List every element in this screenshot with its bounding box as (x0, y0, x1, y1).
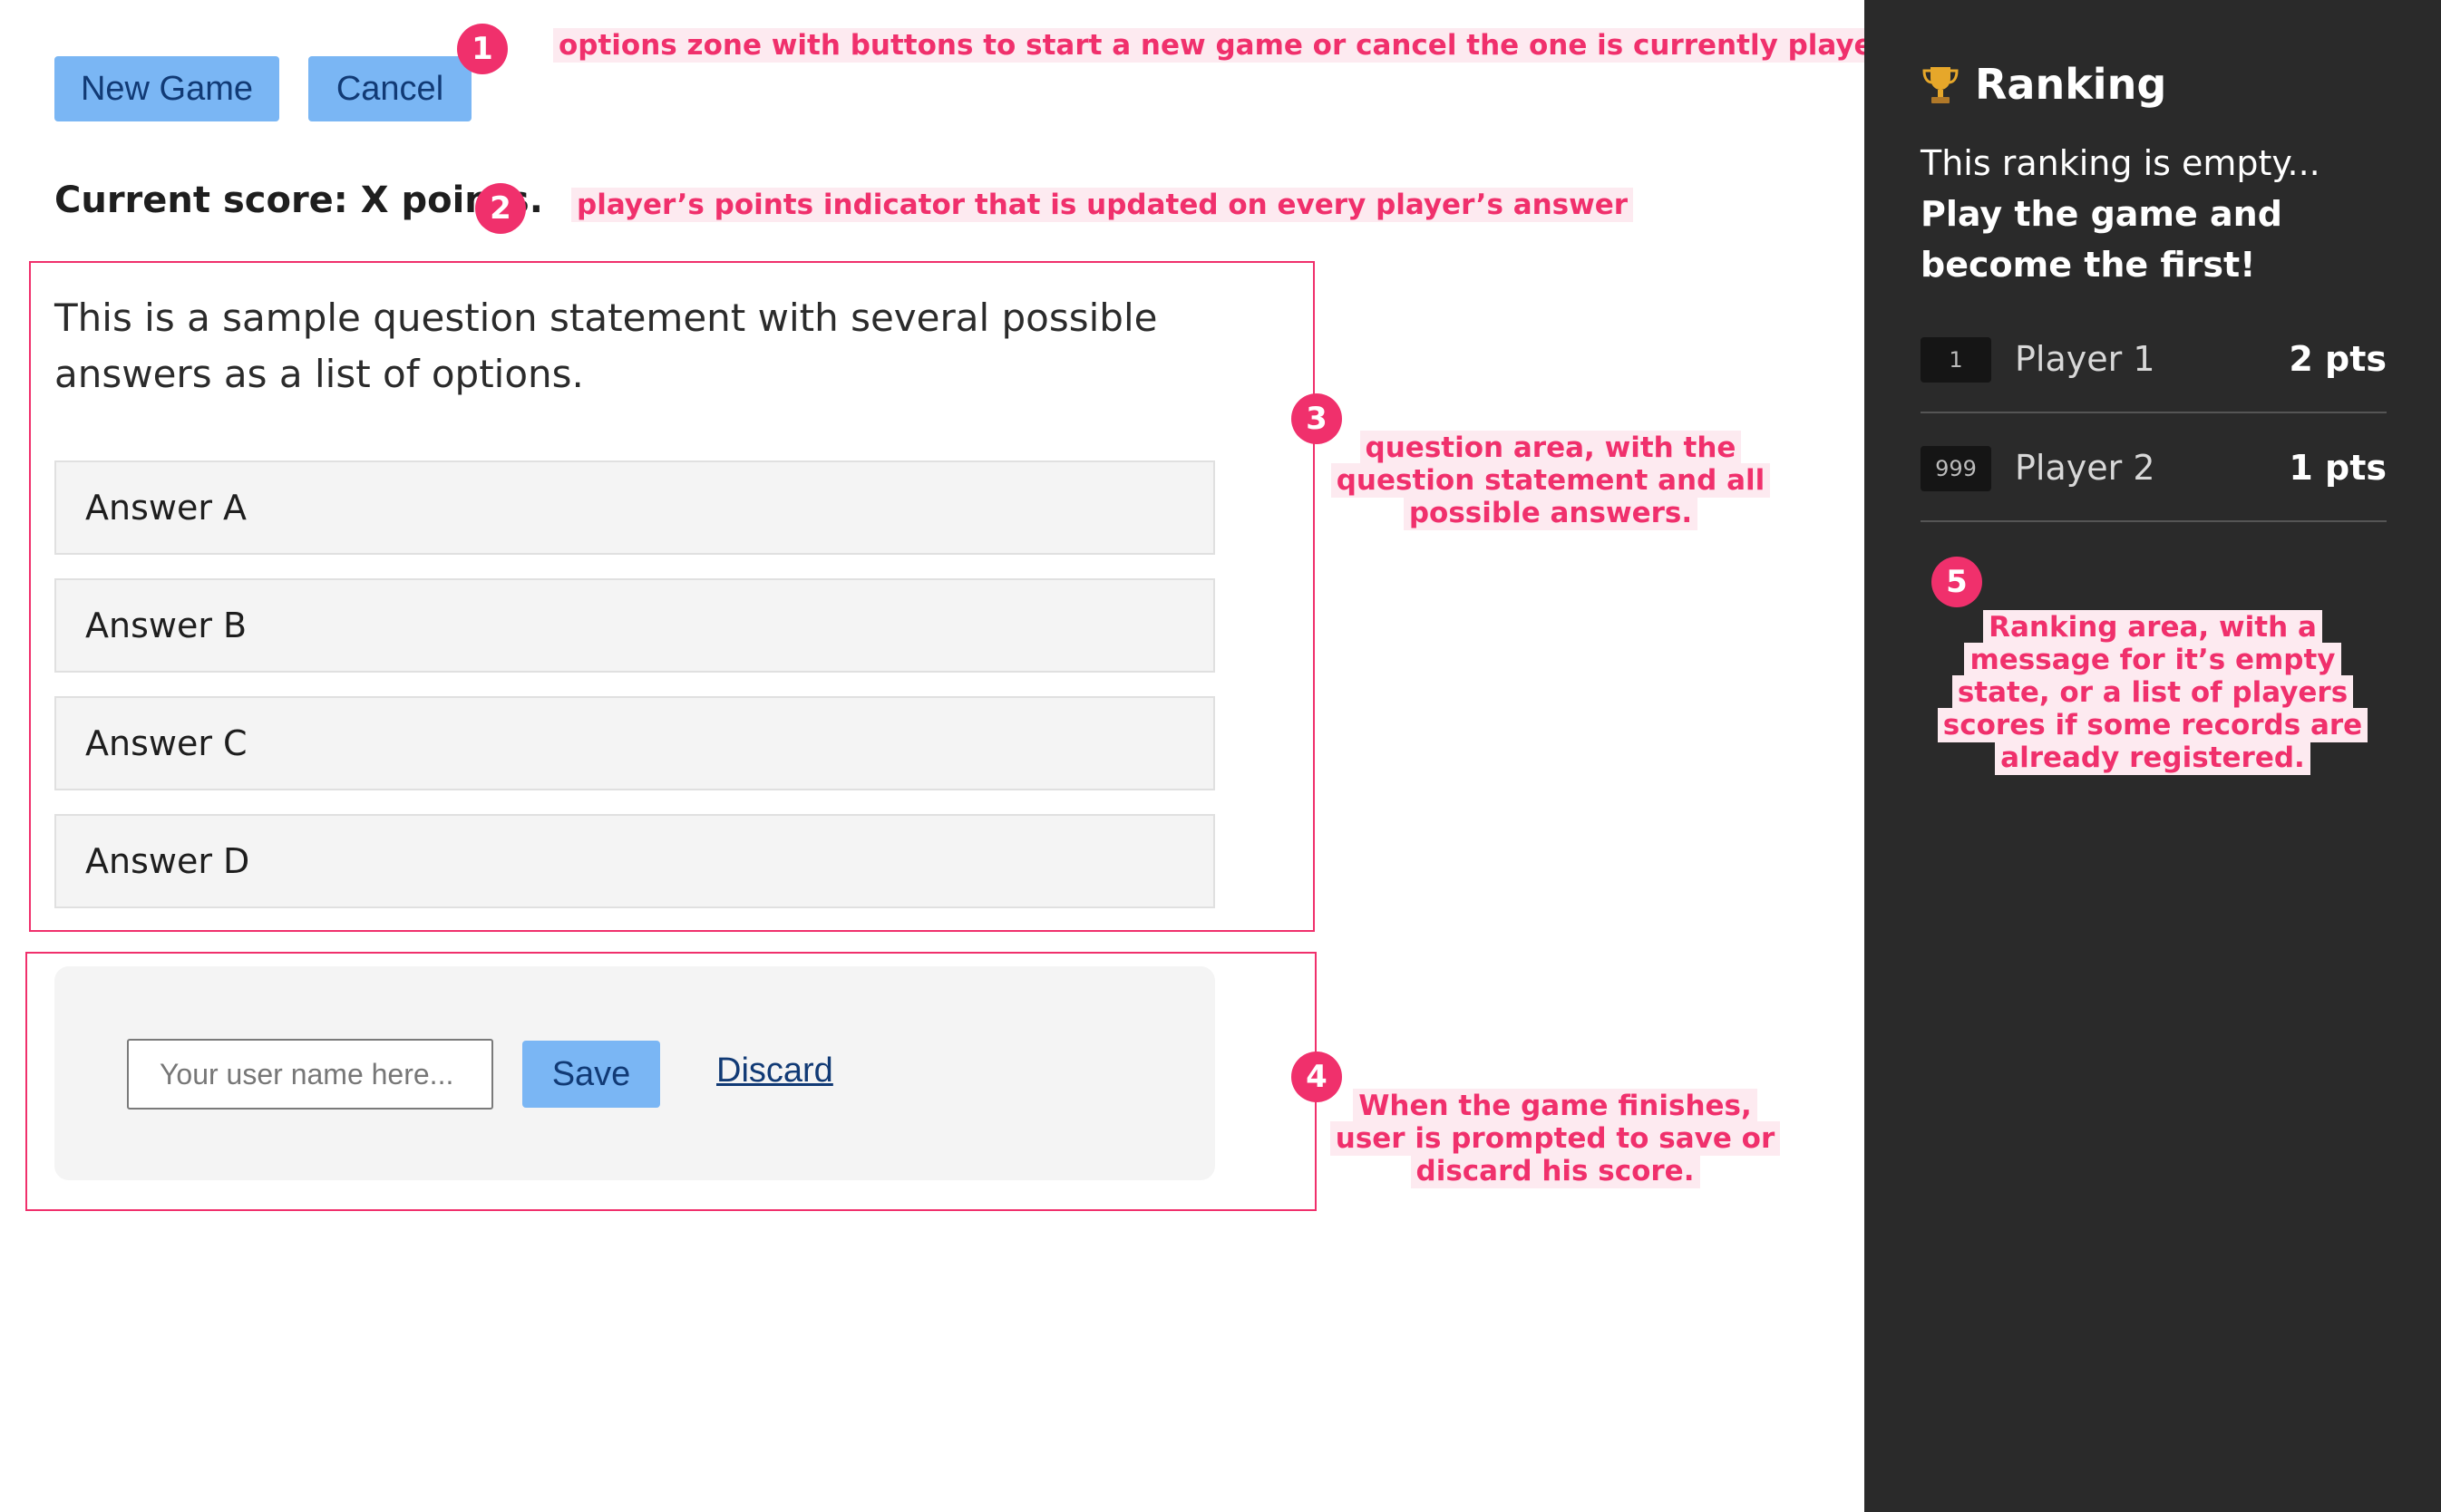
annotation-text-5-line-3: state, or a list of players (1951, 675, 2354, 710)
question-statement: This is a sample question statement with… (54, 296, 1158, 396)
username-input[interactable] (127, 1039, 493, 1110)
trophy-icon (1922, 67, 1959, 103)
discard-link[interactable]: Discard (716, 1052, 833, 1090)
ranking-empty-cta: Play the game and become the first! (1921, 194, 2282, 285)
answer-option-a[interactable]: Answer A (54, 460, 1215, 555)
ranking-title-text: Ranking (1975, 60, 2167, 109)
annotation-note-5: Ranking area, with a message for it’s em… (1921, 610, 2385, 775)
answer-option-d[interactable]: Answer D (54, 814, 1215, 908)
annotation-text-5-line-1: Ranking area, with a (1983, 610, 2322, 645)
ranking-row: 999 Player 2 1 pts (1921, 415, 2387, 522)
ranking-sidebar: Ranking This ranking is empty... Play th… (1864, 0, 2441, 1512)
save-button[interactable]: Save (522, 1041, 660, 1108)
annotation-text-4-line-1: When the game finishes, (1353, 1089, 1757, 1123)
annotation-note-3: question area, with the question stateme… (1324, 431, 1777, 530)
answer-option-b[interactable]: Answer B (54, 578, 1215, 673)
ranking-empty-text: This ranking is empty... (1921, 143, 2320, 183)
rank-position-badge: 999 (1921, 446, 1991, 491)
new-game-button[interactable]: New Game (54, 56, 279, 121)
cancel-button[interactable]: Cancel (308, 56, 472, 121)
annotation-marker-5: 5 (1931, 557, 1982, 607)
player-points: 1 pts (2289, 448, 2387, 488)
ranking-row: 1 Player 1 2 pts (1921, 306, 2387, 413)
annotation-text-1: options zone with buttons to start a new… (553, 28, 1910, 63)
player-points: 2 pts (2289, 339, 2387, 379)
game-area: New Game Cancel Current score: X points.… (0, 0, 1910, 1512)
ranking-empty-message: This ranking is empty... Play the game a… (1921, 138, 2401, 290)
annotation-text-2: player’s points indicator that is update… (571, 188, 1634, 222)
annotation-text-4-line-2: user is prompted to save or (1329, 1121, 1781, 1156)
annotation-note-4: When the game finishes, user is prompted… (1324, 1089, 1786, 1188)
annotation-note-1: options zone with buttons to start a new… (553, 28, 1910, 63)
annotation-text-3-line-3: possible answers. (1403, 496, 1698, 530)
annotation-marker-2: 2 (475, 183, 526, 234)
annotation-text-5-line-5: already registered. (1995, 741, 2310, 775)
rank-position-badge: 1 (1921, 337, 1991, 383)
ranking-title: Ranking (1921, 60, 2166, 109)
annotation-marker-1: 1 (457, 24, 508, 74)
annotation-text-5-line-4: scores if some records are (1937, 708, 2368, 742)
annotation-text-4-line-3: discard his score. (1410, 1154, 1700, 1188)
player-name: Player 2 (2015, 448, 2155, 488)
annotation-text-5-line-2: message for it’s empty (1964, 643, 2341, 677)
annotation-text-3-line-2: question statement and all (1330, 463, 1771, 498)
annotation-text-3-line-1: question area, with the (1359, 431, 1742, 465)
current-score: Current score: X points. (54, 179, 543, 221)
annotation-note-2: player’s points indicator that is update… (571, 188, 1634, 222)
answer-option-c[interactable]: Answer C (54, 696, 1215, 790)
player-name: Player 1 (2015, 339, 2155, 379)
